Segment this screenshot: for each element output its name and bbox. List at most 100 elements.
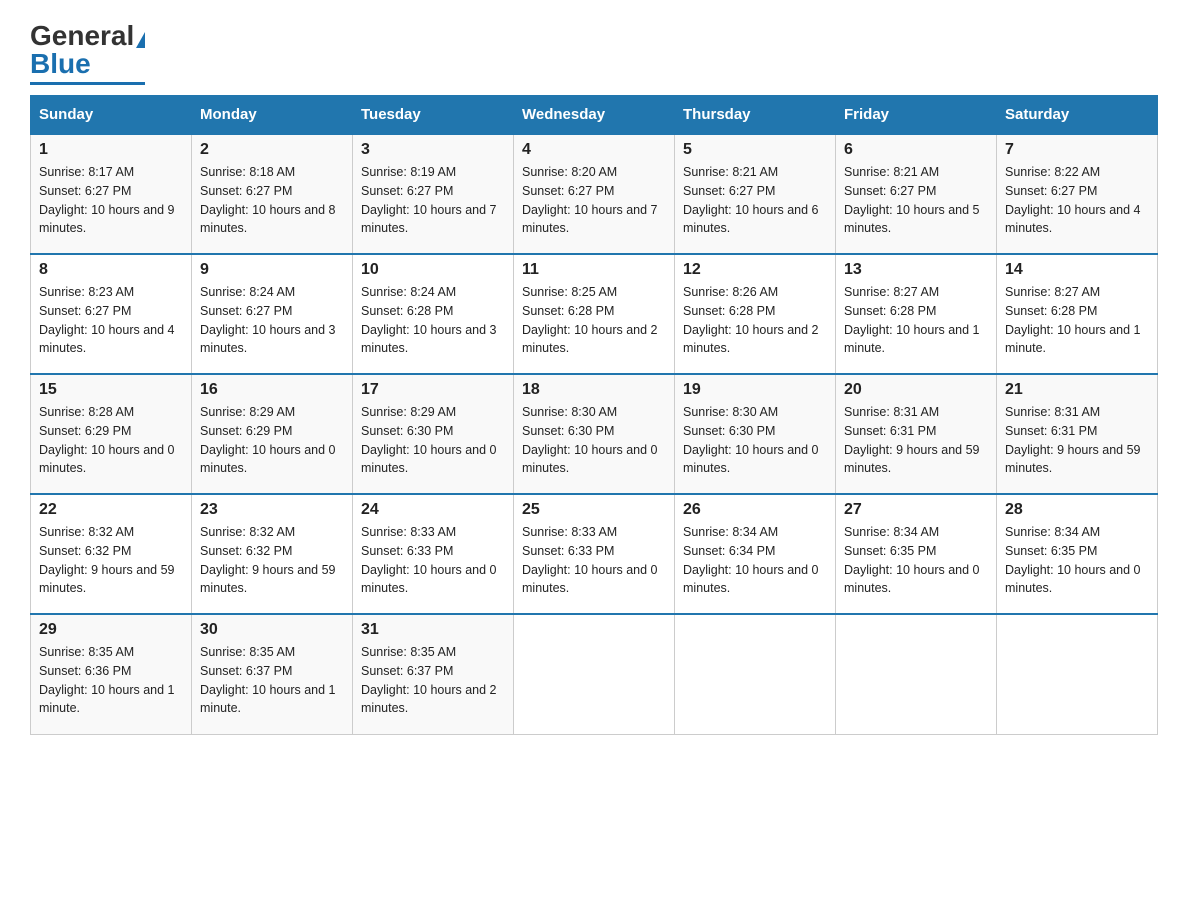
day-number: 3 — [361, 141, 505, 159]
logo: General Blue — [30, 20, 145, 85]
day-detail: Sunrise: 8:20 AMSunset: 6:27 PMDaylight:… — [522, 163, 666, 238]
calendar-cell: 13 Sunrise: 8:27 AMSunset: 6:28 PMDayligh… — [836, 254, 997, 374]
day-detail: Sunrise: 8:23 AMSunset: 6:27 PMDaylight:… — [39, 283, 183, 358]
day-number: 11 — [522, 261, 666, 279]
calendar-cell: 19 Sunrise: 8:30 AMSunset: 6:30 PMDayligh… — [675, 374, 836, 494]
day-number: 18 — [522, 381, 666, 399]
logo-blue-text: Blue — [30, 48, 91, 80]
day-number: 23 — [200, 501, 344, 519]
week-row-4: 22Sunrise: 8:32 AMSunset: 6:32 PMDayligh… — [31, 494, 1158, 614]
calendar-cell: 5Sunrise: 8:21 AMSunset: 6:27 PMDaylight… — [675, 134, 836, 254]
day-detail: Sunrise: 8:21 AMSunset: 6:27 PMDaylight:… — [844, 163, 988, 238]
header-thursday: Thursday — [675, 96, 836, 135]
day-number: 27 — [844, 501, 988, 519]
day-number: 15 — [39, 381, 183, 399]
calendar-cell: 12Sunrise: 8:26 AMSunset: 6:28 PMDayligh… — [675, 254, 836, 374]
calendar-cell: 30 Sunrise: 8:35 AMSunset: 6:37 PMDayligh… — [192, 614, 353, 734]
calendar-cell: 10 Sunrise: 8:24 AMSunset: 6:28 PMDayligh… — [353, 254, 514, 374]
calendar-cell: 4Sunrise: 8:20 AMSunset: 6:27 PMDaylight… — [514, 134, 675, 254]
calendar-cell: 11 Sunrise: 8:25 AMSunset: 6:28 PMDayligh… — [514, 254, 675, 374]
header-wednesday: Wednesday — [514, 96, 675, 135]
day-detail: Sunrise: 8:29 AMSunset: 6:29 PMDaylight:… — [200, 403, 344, 478]
day-detail: Sunrise: 8:31 AMSunset: 6:31 PMDaylight:… — [1005, 403, 1149, 478]
logo-underline — [30, 82, 145, 85]
day-detail: Sunrise: 8:35 AMSunset: 6:36 PMDaylight:… — [39, 643, 183, 718]
day-number: 17 — [361, 381, 505, 399]
day-detail: Sunrise: 8:31 AMSunset: 6:31 PMDaylight:… — [844, 403, 988, 478]
header-friday: Friday — [836, 96, 997, 135]
calendar-cell: 25 Sunrise: 8:33 AMSunset: 6:33 PMDayligh… — [514, 494, 675, 614]
calendar-cell: 8 Sunrise: 8:23 AMSunset: 6:27 PMDaylight… — [31, 254, 192, 374]
calendar-cell: 21 Sunrise: 8:31 AMSunset: 6:31 PMDayligh… — [997, 374, 1158, 494]
day-detail: Sunrise: 8:35 AMSunset: 6:37 PMDaylight:… — [361, 643, 505, 718]
day-detail: Sunrise: 8:35 AMSunset: 6:37 PMDaylight:… — [200, 643, 344, 718]
day-number: 22 — [39, 501, 183, 519]
day-number: 28 — [1005, 501, 1149, 519]
day-number: 6 — [844, 141, 988, 159]
day-number: 21 — [1005, 381, 1149, 399]
calendar-cell: 27 Sunrise: 8:34 AMSunset: 6:35 PMDayligh… — [836, 494, 997, 614]
calendar-table: SundayMondayTuesdayWednesdayThursdayFrid… — [30, 95, 1158, 735]
logo-triangle-icon — [136, 32, 145, 48]
day-detail: Sunrise: 8:33 AMSunset: 6:33 PMDaylight:… — [361, 523, 505, 598]
calendar-cell — [675, 614, 836, 734]
day-detail: Sunrise: 8:26 AMSunset: 6:28 PMDaylight:… — [683, 283, 827, 358]
day-number: 8 — [39, 261, 183, 279]
day-detail: Sunrise: 8:27 AMSunset: 6:28 PMDaylight:… — [1005, 283, 1149, 358]
week-row-2: 8 Sunrise: 8:23 AMSunset: 6:27 PMDaylight… — [31, 254, 1158, 374]
calendar-cell: 23Sunrise: 8:32 AMSunset: 6:32 PMDayligh… — [192, 494, 353, 614]
header-tuesday: Tuesday — [353, 96, 514, 135]
day-number: 26 — [683, 501, 827, 519]
day-detail: Sunrise: 8:34 AMSunset: 6:35 PMDaylight:… — [844, 523, 988, 598]
calendar-cell — [836, 614, 997, 734]
day-detail: Sunrise: 8:24 AMSunset: 6:27 PMDaylight:… — [200, 283, 344, 358]
day-detail: Sunrise: 8:30 AMSunset: 6:30 PMDaylight:… — [683, 403, 827, 478]
calendar-cell: 9Sunrise: 8:24 AMSunset: 6:27 PMDaylight… — [192, 254, 353, 374]
calendar-cell: 22Sunrise: 8:32 AMSunset: 6:32 PMDayligh… — [31, 494, 192, 614]
calendar-cell: 17 Sunrise: 8:29 AMSunset: 6:30 PMDayligh… — [353, 374, 514, 494]
page-header: General Blue — [30, 20, 1158, 85]
day-detail: Sunrise: 8:33 AMSunset: 6:33 PMDaylight:… — [522, 523, 666, 598]
week-row-3: 15Sunrise: 8:28 AMSunset: 6:29 PMDayligh… — [31, 374, 1158, 494]
day-number: 2 — [200, 141, 344, 159]
calendar-cell: 29 Sunrise: 8:35 AMSunset: 6:36 PMDayligh… — [31, 614, 192, 734]
header-saturday: Saturday — [997, 96, 1158, 135]
day-detail: Sunrise: 8:21 AMSunset: 6:27 PMDaylight:… — [683, 163, 827, 238]
calendar-cell: 14 Sunrise: 8:27 AMSunset: 6:28 PMDayligh… — [997, 254, 1158, 374]
day-number: 31 — [361, 621, 505, 639]
day-number: 29 — [39, 621, 183, 639]
day-number: 10 — [361, 261, 505, 279]
day-detail: Sunrise: 8:34 AMSunset: 6:34 PMDaylight:… — [683, 523, 827, 598]
day-detail: Sunrise: 8:27 AMSunset: 6:28 PMDaylight:… — [844, 283, 988, 358]
day-detail: Sunrise: 8:25 AMSunset: 6:28 PMDaylight:… — [522, 283, 666, 358]
day-detail: Sunrise: 8:30 AMSunset: 6:30 PMDaylight:… — [522, 403, 666, 478]
calendar-cell: 26 Sunrise: 8:34 AMSunset: 6:34 PMDayligh… — [675, 494, 836, 614]
calendar-cell: 2 Sunrise: 8:18 AMSunset: 6:27 PMDaylight… — [192, 134, 353, 254]
day-detail: Sunrise: 8:34 AMSunset: 6:35 PMDaylight:… — [1005, 523, 1149, 598]
day-number: 16 — [200, 381, 344, 399]
day-number: 25 — [522, 501, 666, 519]
day-number: 7 — [1005, 141, 1149, 159]
day-number: 14 — [1005, 261, 1149, 279]
day-detail: Sunrise: 8:29 AMSunset: 6:30 PMDaylight:… — [361, 403, 505, 478]
day-number: 19 — [683, 381, 827, 399]
day-detail: Sunrise: 8:24 AMSunset: 6:28 PMDaylight:… — [361, 283, 505, 358]
header-row: SundayMondayTuesdayWednesdayThursdayFrid… — [31, 96, 1158, 135]
day-detail: Sunrise: 8:22 AMSunset: 6:27 PMDaylight:… — [1005, 163, 1149, 238]
header-sunday: Sunday — [31, 96, 192, 135]
day-number: 13 — [844, 261, 988, 279]
calendar-cell: 31 Sunrise: 8:35 AMSunset: 6:37 PMDayligh… — [353, 614, 514, 734]
calendar-cell — [997, 614, 1158, 734]
calendar-cell: 7 Sunrise: 8:22 AMSunset: 6:27 PMDaylight… — [997, 134, 1158, 254]
day-detail: Sunrise: 8:18 AMSunset: 6:27 PMDaylight:… — [200, 163, 344, 238]
calendar-cell: 3Sunrise: 8:19 AMSunset: 6:27 PMDaylight… — [353, 134, 514, 254]
calendar-cell: 15Sunrise: 8:28 AMSunset: 6:29 PMDayligh… — [31, 374, 192, 494]
calendar-cell — [514, 614, 675, 734]
week-row-5: 29 Sunrise: 8:35 AMSunset: 6:36 PMDayligh… — [31, 614, 1158, 734]
calendar-cell: 1Sunrise: 8:17 AMSunset: 6:27 PMDaylight… — [31, 134, 192, 254]
day-number: 30 — [200, 621, 344, 639]
day-number: 24 — [361, 501, 505, 519]
header-monday: Monday — [192, 96, 353, 135]
calendar-cell: 20 Sunrise: 8:31 AMSunset: 6:31 PMDayligh… — [836, 374, 997, 494]
day-number: 20 — [844, 381, 988, 399]
